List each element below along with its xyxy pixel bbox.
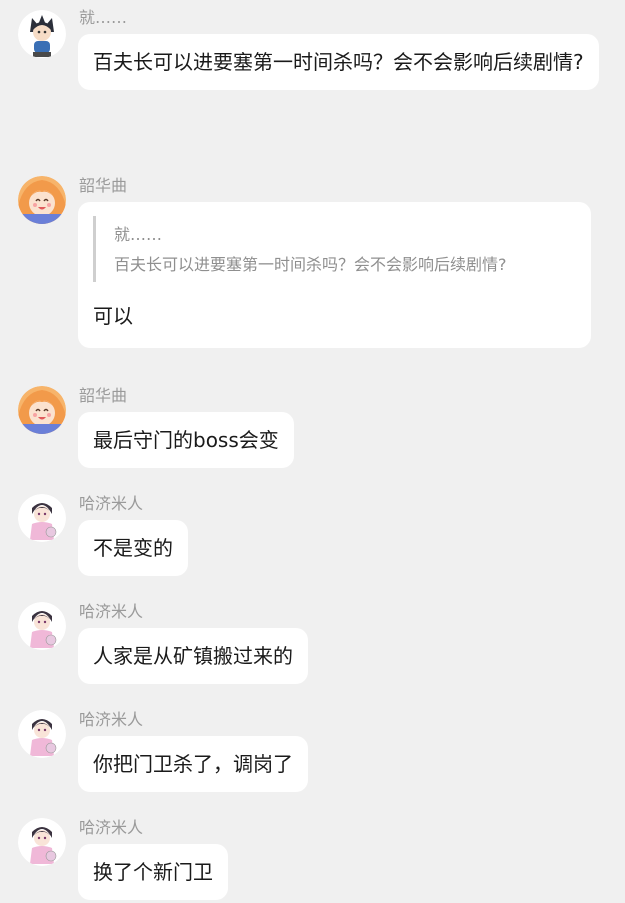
sender-name: 哈济米人	[79, 710, 144, 729]
message-bubble[interactable]: 换了个新门卫	[78, 844, 228, 900]
message-bubble[interactable]: 最后守门的boss会变	[78, 412, 294, 468]
avatar-chibi-boy-icon[interactable]	[18, 494, 66, 542]
message-text: 百夫长可以进要塞第一时间杀吗？会不会影响后续剧情?	[93, 50, 584, 74]
message-text: 换了个新门卫	[93, 860, 213, 884]
message-text: 你把门卫杀了，调岗了	[93, 752, 293, 776]
avatar-anime-girl-icon[interactable]	[18, 176, 66, 224]
message-bubble[interactable]: 不是变的	[78, 520, 188, 576]
message-text: 不是变的	[93, 536, 173, 560]
message-text: 人家是从矿镇搬过来的	[93, 644, 293, 668]
quoted-message[interactable]: 就…… 百夫长可以进要塞第一时间杀吗？会不会影响后续剧情?	[93, 216, 576, 282]
message-text: 最后守门的boss会变	[93, 428, 279, 452]
sender-name: 韶华曲	[79, 386, 128, 405]
sender-name: 哈济米人	[79, 494, 144, 513]
message-bubble-reply[interactable]: 就…… 百夫长可以进要塞第一时间杀吗？会不会影响后续剧情? 可以	[78, 202, 591, 348]
message-bubble[interactable]: 人家是从矿镇搬过来的	[78, 628, 308, 684]
sender-name: 就……	[79, 8, 128, 27]
sender-name: 韶华曲	[79, 176, 128, 195]
avatar-chibi-boy-icon[interactable]	[18, 818, 66, 866]
sender-name: 哈济米人	[79, 818, 144, 837]
avatar-anime-girl-icon[interactable]	[18, 386, 66, 434]
chat-message-list[interactable]: 就…… 百夫长可以进要塞第一时间杀吗？会不会影响后续剧情? 韶华曲 就…… 百夫…	[0, 0, 625, 903]
avatar-anime-boy-icon[interactable]	[18, 10, 66, 58]
avatar-chibi-boy-icon[interactable]	[18, 602, 66, 650]
avatar-chibi-boy-icon[interactable]	[18, 710, 66, 758]
message-text: 可以	[93, 304, 133, 328]
sender-name: 哈济米人	[79, 602, 144, 621]
message-bubble[interactable]: 你把门卫杀了，调岗了	[78, 736, 308, 792]
quoted-sender-name: 就……	[114, 225, 163, 244]
message-bubble[interactable]: 百夫长可以进要塞第一时间杀吗？会不会影响后续剧情?	[78, 34, 599, 90]
quoted-text: 百夫长可以进要塞第一时间杀吗？会不会影响后续剧情?	[114, 255, 507, 274]
